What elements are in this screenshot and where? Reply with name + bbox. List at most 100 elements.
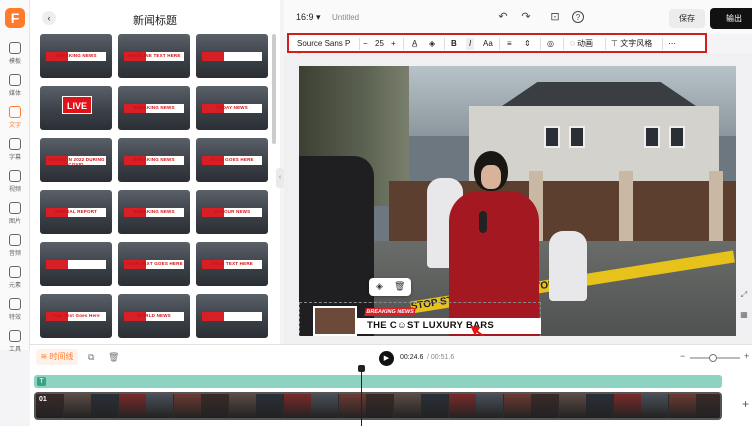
video-track[interactable]: 01 bbox=[34, 392, 722, 420]
screenshot-icon[interactable]: ⊡ bbox=[549, 11, 561, 23]
template-thumbnail[interactable]: WORLD NEWS bbox=[118, 294, 190, 338]
text-style-button[interactable]: ⊤ 文字风格 bbox=[611, 38, 652, 50]
divider bbox=[662, 38, 663, 50]
bold-button[interactable]: B bbox=[451, 38, 457, 50]
zoom-out-icon[interactable]: − bbox=[680, 351, 685, 361]
rail-item-0[interactable]: 模板 bbox=[0, 42, 30, 66]
rail-item-1[interactable]: 媒体 bbox=[0, 74, 30, 98]
rail-item-2[interactable]: 文字 bbox=[0, 106, 30, 130]
text-track[interactable]: T bbox=[34, 375, 722, 388]
play-button[interactable]: ▶ bbox=[379, 351, 394, 366]
template-thumbnail[interactable]: TITLE TEXT HERE bbox=[196, 242, 268, 286]
more-icon[interactable]: ⋯ bbox=[668, 38, 676, 50]
template-thumbnail[interactable]: HEADLINE TEXT HERE bbox=[118, 34, 190, 78]
export-button[interactable]: 输出 bbox=[710, 8, 752, 29]
divider bbox=[605, 38, 606, 50]
template-thumbnail[interactable]: SPECIAL REPORT bbox=[40, 190, 112, 234]
template-thumbnail[interactable] bbox=[196, 34, 268, 78]
template-panel: ‹ 新闻标题 BREAKING NEWS HEADLINE TEXT HERE LI… bbox=[30, 0, 280, 350]
rail-item-icon bbox=[9, 170, 21, 182]
house-window bbox=[644, 126, 660, 148]
rail-item-6[interactable]: 音频 bbox=[0, 234, 30, 258]
document-title[interactable]: Untitled bbox=[332, 13, 359, 22]
rail-item-5[interactable]: 图片 bbox=[0, 202, 30, 226]
template-label: LIVE bbox=[62, 96, 92, 114]
template-thumbnail[interactable]: LIVE bbox=[40, 86, 112, 130]
font-size-decrease[interactable]: − bbox=[363, 38, 368, 50]
element-toolbar: ◈ 🗑 bbox=[369, 278, 411, 296]
template-thumbnail[interactable] bbox=[40, 242, 112, 286]
rail-item-label: 字幕 bbox=[8, 155, 21, 161]
playhead[interactable] bbox=[361, 367, 362, 426]
zoom-slider-knob[interactable] bbox=[709, 354, 717, 362]
template-accent bbox=[46, 260, 68, 269]
fullscreen-icon[interactable]: ⤢ bbox=[739, 290, 749, 300]
italic-button[interactable]: I bbox=[466, 38, 475, 50]
panel-scrollbar[interactable] bbox=[272, 34, 276, 144]
undo-icon[interactable]: ↶ bbox=[497, 11, 509, 23]
text-case-button[interactable]: Aa bbox=[483, 38, 493, 50]
aspect-ratio-select[interactable]: 16:9 ▾ bbox=[296, 12, 321, 23]
fence-post bbox=[619, 171, 633, 241]
font-size-increase[interactable]: + bbox=[391, 38, 396, 50]
fill-color-icon[interactable]: ◈ bbox=[429, 38, 435, 50]
template-thumbnail[interactable]: TODAY NEWS bbox=[196, 86, 268, 130]
text-color-icon[interactable]: A̲ bbox=[412, 38, 417, 50]
template-thumbnail[interactable]: BREAKING NEWS bbox=[118, 86, 190, 130]
template-label: BREAKING NEWS bbox=[133, 209, 175, 214]
video-frame bbox=[421, 394, 448, 418]
rail-item-8[interactable]: 特效 bbox=[0, 298, 30, 322]
template-label: SPECIAL REPORT bbox=[54, 209, 98, 214]
timeline-tab[interactable]: ≋ 时间线 bbox=[36, 349, 78, 365]
lower-third-photo bbox=[313, 306, 357, 336]
zoom-in-icon[interactable]: + bbox=[744, 351, 749, 361]
rail-item-label: 文字 bbox=[8, 123, 21, 129]
rail-item-label: 元素 bbox=[8, 283, 21, 289]
video-frame bbox=[91, 394, 118, 418]
delete-icon[interactable]: 🗑 bbox=[394, 281, 405, 292]
template-label: HEADLINE TEXT HERE bbox=[127, 53, 181, 58]
style-icon[interactable]: ◎ bbox=[547, 38, 554, 50]
rail-item-icon bbox=[9, 106, 21, 118]
line-spacing-icon[interactable]: ⇕ bbox=[524, 38, 531, 50]
total-time: / 00:51.6 bbox=[427, 354, 455, 361]
app-logo[interactable]: F bbox=[5, 8, 25, 28]
font-family-value: Source Sans P bbox=[297, 39, 351, 48]
grid-icon[interactable]: ▦ bbox=[739, 310, 749, 320]
microphone bbox=[479, 211, 487, 233]
video-frame bbox=[696, 394, 720, 418]
template-thumbnail[interactable]: BREAKING NEWS bbox=[118, 138, 190, 182]
template-thumbnail[interactable]: BREAKING NEWS bbox=[118, 190, 190, 234]
rail-item-3[interactable]: 字幕 bbox=[0, 138, 30, 162]
rail-item-label: 特效 bbox=[8, 315, 21, 321]
duplicate-icon[interactable]: ⧉ bbox=[88, 352, 94, 363]
rail-item-7[interactable]: 元素 bbox=[0, 266, 30, 290]
collapse-panel-button[interactable]: ‹ bbox=[276, 168, 284, 188]
add-track-button[interactable]: + bbox=[742, 397, 749, 411]
template-thumbnail[interactable]: YOUR TEXT GOES HERE bbox=[118, 242, 190, 286]
rail-item-9[interactable]: 工具 bbox=[0, 330, 30, 354]
template-thumbnail[interactable]: Your Text Goes Here bbox=[40, 294, 112, 338]
rail-item-4[interactable]: 视频 bbox=[0, 170, 30, 194]
animation-button[interactable]: ◌ 动画 bbox=[570, 38, 593, 50]
template-thumbnail[interactable]: BREAKING NEWS bbox=[40, 34, 112, 78]
divider bbox=[563, 38, 564, 50]
template-accent bbox=[202, 312, 224, 321]
save-button[interactable]: 保存 bbox=[669, 9, 705, 28]
video-preview[interactable]: STOP STOP STOP STOP STOP BREAKING NEWS T… bbox=[299, 66, 736, 336]
template-thumbnail[interactable]: VOTING IN 2022 DURING COVID bbox=[40, 138, 112, 182]
divider bbox=[499, 38, 500, 50]
template-thumbnail[interactable]: TITLE GOES HERE bbox=[196, 138, 268, 182]
template-label: TITLE TEXT HERE bbox=[210, 261, 253, 266]
template-thumbnail[interactable]: 24 HOUR NEWS bbox=[196, 190, 268, 234]
redo-icon[interactable]: ↷ bbox=[520, 11, 532, 23]
template-thumbnail[interactable] bbox=[196, 294, 268, 338]
font-size-value[interactable]: 25 bbox=[375, 38, 384, 50]
video-frame bbox=[311, 394, 338, 418]
align-icon[interactable]: ≡ bbox=[507, 38, 512, 50]
divider bbox=[403, 38, 404, 50]
layers-icon[interactable]: ◈ bbox=[376, 281, 383, 292]
help-icon[interactable]: ? bbox=[572, 11, 584, 23]
trash-icon[interactable]: 🗑 bbox=[108, 352, 119, 363]
template-label: TODAY NEWS bbox=[216, 105, 248, 110]
